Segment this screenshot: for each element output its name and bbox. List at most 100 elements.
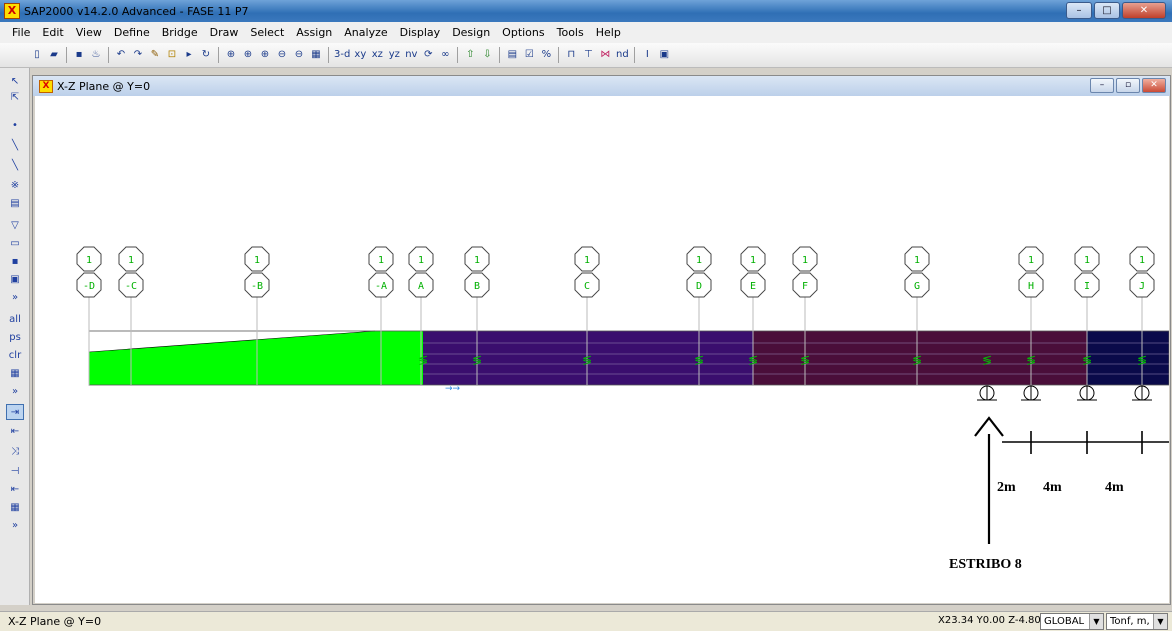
grid-bubble-label: I	[1084, 281, 1090, 292]
child-close-button[interactable]: ✕	[1142, 78, 1166, 93]
model-drawing[interactable]: 1 -D 1 -C 1 -B 1 -A 1 A 1 B 1 C 1 D 1 E 1 F 1 G 1 H 1 I 1 J ≶ ≶ ≶ ≶ ≶ ≶ ≶…	[35, 96, 1169, 603]
model-canvas[interactable]: 1 -D 1 -C 1 -B 1 -A 1 A 1 B 1 C 1 D 1 E 1 F 1 G 1 H 1 I 1 J ≶ ≶ ≶ ≶ ≶ ≶ ≶…	[35, 96, 1169, 603]
menu-options[interactable]: Options	[496, 26, 550, 39]
child-minimize-button[interactable]: –	[1090, 78, 1114, 93]
grid-bubbles: 1 -D 1 -C 1 -B 1 -A 1 A 1 B 1 C 1 D 1 E 1 F 1 G 1 H 1 I 1 J	[76, 246, 1155, 298]
open-icon[interactable]: ▰	[47, 47, 61, 63]
coord-system-select[interactable]: GLOBAL ▼	[1040, 613, 1104, 630]
perspective-icon[interactable]: ∞	[438, 47, 452, 63]
menu-design[interactable]: Design	[446, 26, 496, 39]
pencil-icon[interactable]: ✎	[148, 47, 162, 63]
view-3d-button[interactable]: 3-d	[334, 47, 350, 63]
zoom-pan-icon[interactable]: ⊕	[241, 47, 255, 63]
snap-ends-icon[interactable]: ⇤	[6, 424, 24, 440]
undo-icon[interactable]: ↶	[114, 47, 128, 63]
zoom-in-icon[interactable]: ⊕	[258, 47, 272, 63]
minimize-button[interactable]: –	[1066, 2, 1092, 19]
quick-area-icon[interactable]: ▪	[6, 254, 24, 270]
snap-grid-icon[interactable]: ▦	[6, 500, 24, 516]
pan-icon[interactable]: ▦	[309, 47, 323, 63]
menu-view[interactable]: View	[70, 26, 108, 39]
i-section-icon[interactable]: I	[640, 47, 654, 63]
pointer-icon[interactable]: ↖	[6, 74, 24, 90]
up-arrow-icon[interactable]: ⇧	[463, 47, 477, 63]
previous-select-icon[interactable]: ps	[6, 330, 24, 346]
chevron-down-icon: ▼	[1153, 614, 1167, 629]
run-icon[interactable]: ▸	[182, 47, 196, 63]
snap-points-icon[interactable]: ⇥	[6, 404, 24, 420]
poly-area-icon[interactable]: ▽	[6, 218, 24, 234]
coord-system-value: GLOBAL	[1044, 616, 1085, 627]
menu-assign[interactable]: Assign	[290, 26, 338, 39]
spring-icon: ≶	[1137, 353, 1147, 367]
status-text: X-Z Plane @ Y=0	[8, 615, 102, 628]
frame-icon[interactable]: ⊓	[564, 47, 578, 63]
draw-frame-icon[interactable]: ╲	[6, 138, 24, 154]
menu-file[interactable]: File	[6, 26, 36, 39]
menu-analyze[interactable]: Analyze	[338, 26, 393, 39]
draw-joint-icon[interactable]: •	[6, 118, 24, 134]
view-nv-button[interactable]: nv	[404, 47, 418, 63]
zoom-out-icon[interactable]: ⊖	[275, 47, 289, 63]
check-icon[interactable]: ☑	[522, 47, 536, 63]
menu-tools[interactable]: Tools	[551, 26, 590, 39]
refresh-icon[interactable]: ↻	[199, 47, 213, 63]
rect-area-icon[interactable]: ▭	[6, 236, 24, 252]
view-xz-button[interactable]: xz	[370, 47, 384, 63]
draw-brace-icon[interactable]: ※	[6, 178, 24, 194]
more-snap-icon[interactable]: »	[6, 518, 24, 534]
display-icon[interactable]: ▣	[657, 47, 671, 63]
reshape-icon[interactable]: ⇱	[6, 90, 24, 106]
quick-frame-icon[interactable]: ╲	[6, 158, 24, 174]
down-arrow-icon[interactable]: ⇩	[480, 47, 494, 63]
view-xy-button[interactable]: xy	[353, 47, 367, 63]
print-icon[interactable]: ♨	[89, 47, 103, 63]
clear-select-icon[interactable]: clr	[6, 348, 24, 364]
percent-icon[interactable]: %	[539, 47, 553, 63]
menu-help[interactable]: Help	[590, 26, 627, 39]
redo-icon[interactable]: ↷	[131, 47, 145, 63]
zoom-extents-icon[interactable]: ⊖	[292, 47, 306, 63]
grid-icon[interactable]: ▤	[505, 47, 519, 63]
snap-intersections-icon[interactable]: ⤨	[6, 444, 24, 460]
section-icon[interactable]: ⊤	[581, 47, 595, 63]
menu-select[interactable]: Select	[244, 26, 290, 39]
grid-bubble-label-top: 1	[1139, 255, 1145, 266]
menu-display[interactable]: Display	[394, 26, 447, 39]
zoom-window-icon[interactable]: ⊕	[224, 47, 238, 63]
child-restore-button[interactable]: ▫	[1116, 78, 1140, 93]
snap-lines-icon[interactable]: ⇤	[6, 482, 24, 498]
draw-area-icon[interactable]: ▤	[6, 196, 24, 212]
toolbar-separator	[328, 47, 329, 63]
solid-icon[interactable]: ▣	[6, 272, 24, 288]
snap-perp-icon[interactable]: ⊣	[6, 464, 24, 480]
units-select[interactable]: Tonf, m, C ▼	[1106, 613, 1168, 630]
spring-icon: ≶	[912, 353, 922, 367]
title-bar: X SAP2000 v14.2.0 Advanced - FASE 11 P7 …	[0, 0, 1172, 22]
menu-draw[interactable]: Draw	[204, 26, 245, 39]
menu-bridge[interactable]: Bridge	[156, 26, 204, 39]
new-icon[interactable]: ▯	[30, 47, 44, 63]
toolbar-separator	[108, 47, 109, 63]
grid-bubble-label: J	[1139, 281, 1145, 292]
hinge-icon[interactable]: ⋈	[598, 47, 612, 63]
spring-icon: ≶	[1082, 353, 1092, 367]
menu-edit[interactable]: Edit	[36, 26, 69, 39]
view-yz-button[interactable]: yz	[387, 47, 401, 63]
menu-define[interactable]: Define	[108, 26, 156, 39]
nd-button[interactable]: nd	[615, 47, 629, 63]
spring-icon: ≶	[982, 353, 992, 367]
save-icon[interactable]: ▪	[72, 47, 86, 63]
dimension-label-4m: 4m	[1043, 480, 1062, 495]
maximize-button[interactable]: □	[1094, 2, 1120, 19]
deck-segment-navy[interactable]	[1087, 331, 1169, 385]
spring-icon: ≶	[472, 353, 482, 367]
select-all-icon[interactable]: all	[6, 312, 24, 328]
rotate-icon[interactable]: ⟳	[421, 47, 435, 63]
close-button[interactable]: ✕	[1122, 2, 1166, 19]
more-select-icon[interactable]: »	[6, 384, 24, 400]
more-tools-icon[interactable]: »	[6, 290, 24, 306]
intersect-icon[interactable]: ▦	[6, 366, 24, 382]
lock-icon[interactable]: ⊡	[165, 47, 179, 63]
menu-bar: File Edit View Define Bridge Draw Select Assign…	[0, 22, 1172, 43]
